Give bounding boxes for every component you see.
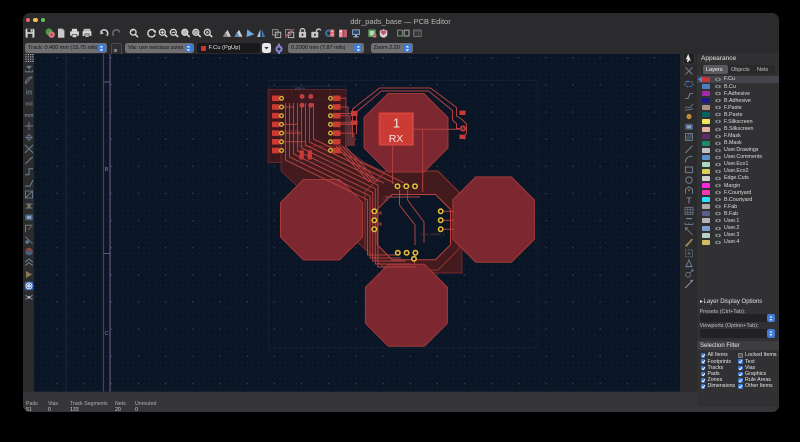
svg-text:mil: mil — [25, 101, 33, 107]
svg-text:Cam_DDR3_1: Cam_DDR3_1 — [420, 233, 445, 237]
svg-text:REF**: REF** — [295, 87, 306, 91]
svg-text:1: 1 — [393, 116, 400, 131]
svg-text:T: T — [686, 196, 691, 206]
svg-text:B: B — [105, 167, 109, 173]
svg-text:C: C — [105, 331, 109, 337]
svg-text:M1: M1 — [383, 197, 389, 202]
svg-text:in: in — [26, 89, 32, 96]
svg-text:mm: mm — [25, 113, 34, 119]
svg-text:RX: RX — [389, 133, 404, 145]
